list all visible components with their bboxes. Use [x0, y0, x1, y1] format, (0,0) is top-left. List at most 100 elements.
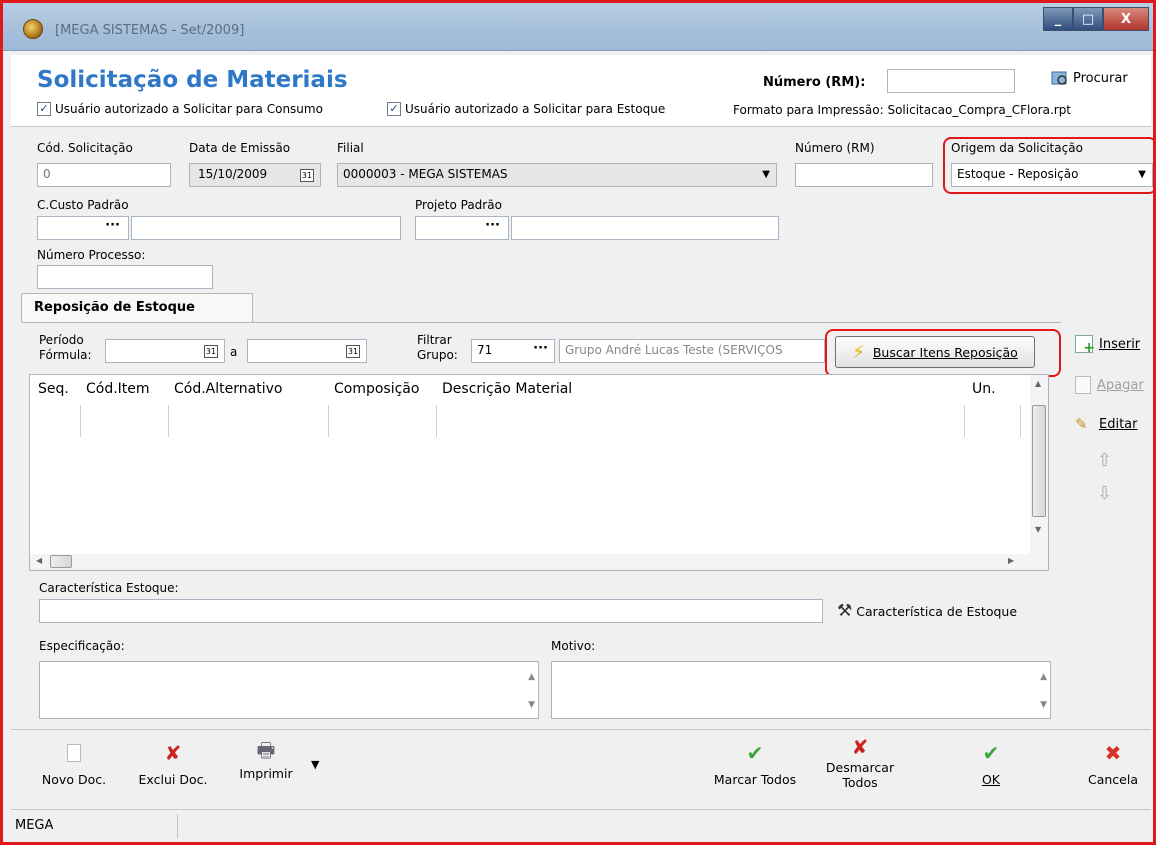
data-emissao-input[interactable]: 15/10/2009 31 — [189, 163, 321, 187]
chk-consumo-label: Usuário autorizado a Solicitar para Cons… — [55, 102, 323, 116]
grid-divider — [436, 405, 437, 437]
bottom-toolbar: Novo Doc. ✘ Exclui Doc. 🖶 Imprimir ▼ ✔ Marc… — [11, 729, 1151, 803]
caracteristica-button-label: Característica de Estoque — [856, 603, 1018, 619]
inserir-button[interactable]: + Inserir — [1075, 335, 1141, 356]
minimize-button[interactable]: _ — [1043, 7, 1073, 31]
numero-rm-form-input[interactable] — [795, 163, 933, 187]
scroll-up-icon[interactable]: ▲ — [528, 672, 535, 682]
edit-icon: ✎ — [1075, 415, 1088, 433]
ellipsis-button[interactable]: ··· — [485, 218, 500, 233]
chk-estoque[interactable]: ✓ Usuário autorizado a Solicitar para Est… — [387, 102, 665, 116]
col-seq[interactable]: Seq. — [38, 381, 69, 397]
scroll-up-icon[interactable]: ▲ — [1040, 672, 1047, 682]
cod-solicitacao-input[interactable]: 0 — [37, 163, 171, 187]
grid-divider — [80, 405, 81, 437]
col-cod-item[interactable]: Cód.Item — [86, 381, 150, 397]
add-icon: + — [1075, 335, 1095, 356]
editar-button[interactable]: ✎ Editar — [1075, 415, 1138, 433]
desmarcar-todos-button[interactable]: ✘ Desmarcar Todos — [819, 734, 901, 791]
motivo-label: Motivo: — [551, 639, 596, 653]
col-cod-alternativo[interactable]: Cód.Alternativo — [174, 381, 282, 397]
processo-input[interactable] — [37, 265, 213, 289]
ellipsis-button[interactable]: ··· — [105, 218, 120, 233]
projeto-desc-input[interactable] — [511, 216, 779, 240]
a-label: a — [230, 345, 238, 359]
grid-divider — [328, 405, 329, 437]
especificacao-textarea[interactable]: ▲ ▼ — [39, 661, 539, 719]
apagar-button[interactable]: Apagar — [1075, 376, 1144, 394]
ok-button[interactable]: ✔ OK — [967, 740, 1015, 787]
filial-value: 0000003 - MEGA SISTEMAS — [343, 167, 508, 181]
exclui-doc-button[interactable]: ✘ Exclui Doc. — [131, 740, 215, 787]
imprimir-button[interactable]: 🖶 Imprimir — [233, 738, 299, 781]
filtrar-grupo-label: Filtrar Grupo: — [417, 333, 458, 363]
numero-rm-header-input[interactable] — [887, 69, 1015, 93]
apagar-label: Apagar — [1097, 377, 1144, 393]
periodo-end-input[interactable]: 31 — [247, 339, 367, 363]
title-bar: [MEGA SISTEMAS - Set/2009] _ □ X — [3, 3, 1153, 51]
caracteristica-input[interactable] — [39, 599, 823, 623]
buscar-itens-label: Buscar Itens Reposição — [872, 344, 1018, 360]
numero-rm-label: Número (RM): — [763, 75, 866, 90]
caracteristica-label: Característica Estoque: — [39, 581, 179, 595]
calendar-icon[interactable]: 31 — [300, 169, 314, 182]
desmarcar-label-2: Todos — [842, 775, 878, 790]
move-up-button[interactable]: ⇧ — [1097, 450, 1112, 471]
maximize-button[interactable]: □ — [1073, 7, 1103, 31]
filtrar-label-line1: Filtrar — [417, 333, 452, 347]
chk-consumo[interactable]: ✓ Usuário autorizado a Solicitar para Con… — [37, 102, 323, 116]
origem-label: Origem da Solicitação — [951, 141, 1083, 155]
scrollbar-thumb[interactable] — [1032, 405, 1046, 517]
periodo-label: Período Fórmula: — [39, 333, 92, 363]
uncheck-icon: ✘ — [851, 734, 869, 759]
numero-rm-form-label: Número (RM) — [795, 141, 875, 155]
col-composicao[interactable]: Composição — [334, 381, 419, 397]
cod-solicitacao-label: Cód. Solicitação — [37, 141, 133, 155]
projeto-code-input[interactable]: ··· — [415, 216, 509, 240]
page-title: Solicitação de Materiais — [37, 67, 348, 93]
tab-reposicao-estoque[interactable]: Reposição de Estoque — [21, 293, 253, 323]
scroll-down-icon[interactable]: ▼ — [1040, 700, 1047, 710]
close-button[interactable]: X — [1103, 7, 1149, 31]
grupo-code-value: 71 — [477, 343, 493, 357]
grid-header: Seq. Cód.Item Cód.Alternativo Composição… — [30, 375, 1020, 405]
scrollbar-thumb[interactable] — [50, 555, 72, 568]
col-un[interactable]: Un. — [972, 381, 996, 397]
grid-divider — [1020, 405, 1021, 437]
ellipsis-button[interactable]: ··· — [533, 341, 548, 356]
grid-horizontal-scrollbar[interactable]: ◀ ▶ — [30, 554, 1048, 570]
cancela-label: Cancela — [1087, 772, 1138, 787]
motivo-textarea[interactable]: ▲ ▼ — [551, 661, 1051, 719]
calendar-icon[interactable]: 31 — [204, 345, 218, 358]
marcar-todos-button[interactable]: ✔ Marcar Todos — [703, 740, 807, 787]
chevron-down-icon: ▼ — [762, 169, 770, 180]
ccusto-code-input[interactable]: ··· — [37, 216, 129, 240]
scroll-down-icon[interactable]: ▼ — [528, 700, 535, 710]
scroll-left-icon[interactable]: ◀ — [36, 556, 42, 565]
imprimir-dropdown-icon[interactable]: ▼ — [311, 758, 319, 771]
periodo-start-input[interactable]: 31 — [105, 339, 225, 363]
inserir-label: Inserir — [1099, 336, 1141, 352]
filial-select[interactable]: 0000003 - MEGA SISTEMAS ▼ — [337, 163, 777, 187]
status-divider — [177, 814, 178, 838]
procurar-button[interactable]: Procurar — [1051, 70, 1128, 86]
ccusto-desc-input[interactable] — [131, 216, 401, 240]
scroll-down-icon[interactable]: ▼ — [1035, 525, 1041, 534]
scroll-up-icon[interactable]: ▲ — [1035, 379, 1041, 388]
buscar-itens-button[interactable]: ⚡ Buscar Itens Reposição — [835, 336, 1035, 368]
grupo-desc-input[interactable]: Grupo André Lucas Teste (SERVIÇOS — [559, 339, 825, 363]
editar-label: Editar — [1099, 416, 1138, 432]
especificacao-label: Especificação: — [39, 639, 125, 653]
calendar-icon[interactable]: 31 — [346, 345, 360, 358]
scroll-right-icon[interactable]: ▶ — [1008, 556, 1014, 565]
cancela-button[interactable]: ✖ Cancela — [1083, 740, 1143, 787]
origem-select[interactable]: Estoque - Reposição ▼ — [951, 163, 1153, 187]
grid-vertical-scrollbar[interactable]: ▲ ▼ — [1030, 375, 1048, 555]
caracteristica-button[interactable]: ⚒ Característica de Estoque — [837, 601, 1017, 621]
grupo-code-input[interactable]: 71 ··· — [471, 339, 555, 363]
move-down-button[interactable]: ⇩ — [1097, 483, 1112, 504]
novo-doc-button[interactable]: Novo Doc. — [37, 740, 111, 787]
items-grid[interactable]: Seq. Cód.Item Cód.Alternativo Composição… — [29, 374, 1049, 571]
col-descricao[interactable]: Descrição Material — [442, 381, 572, 397]
printer-icon: 🖶 — [256, 738, 276, 762]
